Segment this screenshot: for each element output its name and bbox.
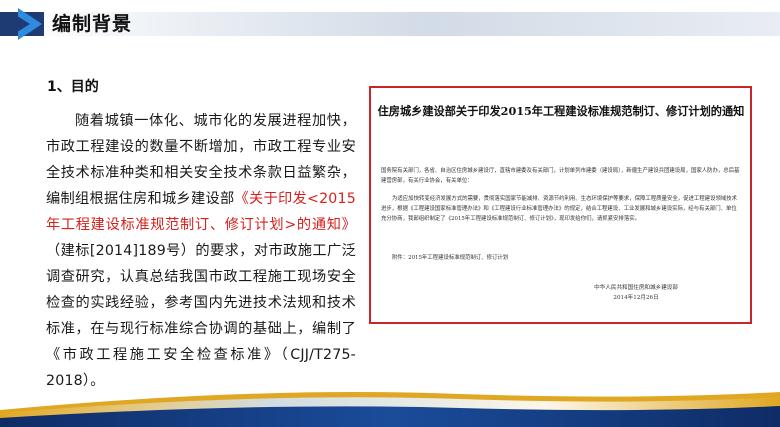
notice-title: 住房城乡建设部关于印发2015年工程建设标准规范制订、修订计划的通知: [377, 104, 745, 118]
body-text-part2: （建标[2014]189号）的要求，对市政施工广泛调查研究，认真总结我国市政工程…: [46, 243, 356, 389]
slide: 编制背景 1、目的 随着城镇一体化、城市化的发展进程加快，市政工程建设的数量不断…: [0, 0, 780, 427]
bottom-wave-decoration: [0, 392, 780, 427]
page-title: 编制背景: [52, 13, 133, 35]
section-heading: 1、目的: [47, 79, 99, 95]
notice-attachment: 附件：2015年工程建设标准规范制订、修订计划: [392, 255, 509, 261]
notice-date: 2014年12月26日: [613, 295, 659, 301]
notice-addressees: 国务院有关部门，各省、自治区住房城乡建设厅，直辖市建委及有关部门，计划单列市建委…: [381, 168, 740, 184]
body-paragraph: 随着城镇一体化、城市化的发展进程加快，市政工程建设的数量不断增加，市政工程专业安…: [46, 108, 356, 394]
notice-signer: 中华人民共和国住房和城乡建设部: [594, 285, 678, 291]
chevron-inner-shape: [14, 14, 30, 34]
notice-document-image: 住房城乡建设部关于印发2015年工程建设标准规范制订、修订计划的通知 国务院有关…: [369, 86, 752, 324]
notice-body: 为适应加快转变经济发展方式的需要，贯彻落实国家节能减排、资源节约利用、生态环境保…: [381, 196, 738, 222]
notice-signature-block: 中华人民共和国住房和城乡建设部 2014年12月26日: [594, 283, 678, 303]
